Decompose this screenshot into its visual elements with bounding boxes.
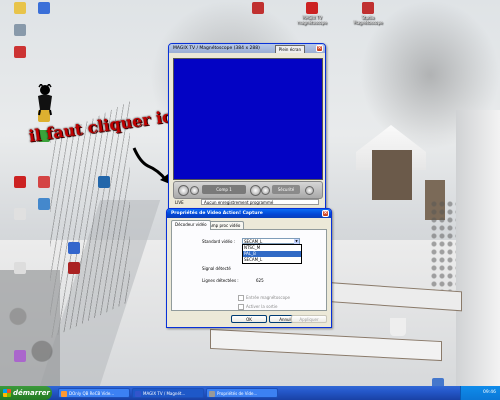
desktop-icon[interactable] — [0, 262, 40, 275]
tab-page: Standard vidéo : SECAM_L ▼ NTSC_M PAL_B … — [171, 229, 327, 311]
enable-output-checkbox[interactable]: Activer la sortie — [238, 304, 277, 310]
window-title: MAGIX TV / Magnétoscope (384 x 288) — [173, 46, 260, 51]
taskbar-item[interactable]: DOnly QB ReCB Vide... — [58, 388, 130, 398]
close-icon[interactable]: × — [322, 210, 329, 217]
tab-video-proc-amp[interactable]: Amp proc vidéo — [205, 221, 245, 229]
magnetoscope-window: MAGIX TV / Magnétoscope (384 x 288) Plei… — [168, 43, 326, 209]
checkbox-label: Entrée magnétoscope — [246, 295, 291, 300]
desktop-icon-label: MAGIX TV magnétoscope — [297, 15, 327, 25]
magnetoscope-titlebar[interactable]: MAGIX TV / Magnétoscope (384 x 288) Plei… — [169, 44, 325, 53]
shortcut-icon — [14, 24, 26, 36]
standard-dropdown-list: NTSC_M PAL_B SECAM_L — [242, 244, 302, 264]
devil-figure-icon — [38, 84, 52, 116]
desktop-icon[interactable] — [54, 262, 94, 275]
desktop-icon-studio[interactable]: Studio Magnétoscope — [348, 2, 388, 25]
shortcut-icon — [98, 176, 110, 188]
desktop-icon-label: Studio Magnétoscope — [353, 15, 383, 25]
shortcut-icon — [68, 242, 80, 254]
desktop-icon[interactable] — [84, 176, 124, 189]
taskbar-item[interactable]: MAGIX TV / Magnét... — [132, 388, 204, 398]
shortcut-icon — [68, 262, 80, 274]
checkbox-icon — [238, 304, 244, 310]
channel-display[interactable]: Comp 1 — [202, 185, 246, 194]
status-row: LIVE Aucun enregistrement programmé — [173, 199, 321, 206]
shortcut-icon — [252, 2, 264, 14]
desktop-icon-magix-tv[interactable]: MAGIX TV magnétoscope — [292, 2, 332, 25]
vcr-input-checkbox[interactable]: Entrée magnétoscope — [238, 295, 290, 301]
desktop-icon[interactable] — [24, 2, 64, 15]
shortcut-icon — [14, 208, 26, 220]
checkbox-icon — [238, 295, 244, 301]
signal-label: Signal détecté — [202, 266, 231, 271]
checkbox-label: Activer la sortie — [246, 304, 278, 309]
desktop-icon[interactable] — [24, 176, 64, 189]
play-button[interactable] — [250, 185, 261, 196]
ok-button[interactable]: OK — [231, 315, 267, 323]
taskbar: démarrer DOnly QB ReCB Vide... MAGIX TV … — [0, 386, 500, 400]
status-message: Aucun enregistrement programmé — [201, 199, 319, 205]
security-display[interactable]: Sécurité — [272, 185, 300, 194]
studio-icon — [362, 2, 374, 14]
video-preview — [173, 58, 323, 180]
start-button[interactable]: démarrer — [0, 386, 52, 400]
task-icon — [135, 391, 141, 397]
windows-logo-icon — [3, 389, 11, 397]
desktop-icon[interactable] — [54, 242, 94, 255]
clock[interactable]: 09:46 — [483, 390, 496, 395]
system-tray: 09:46 — [460, 386, 500, 400]
fullscreen-button[interactable]: Plein écran — [274, 45, 305, 53]
start-label: démarrer — [13, 389, 50, 397]
desktop-icon[interactable] — [0, 24, 40, 37]
shortcut-icon — [38, 2, 50, 14]
lines-label: Lignes détectées : — [202, 278, 239, 283]
tab-video-decoder[interactable]: Décodeur vidéo — [171, 220, 211, 230]
lines-value: 625 — [256, 278, 264, 283]
option-secam-l[interactable]: SECAM_L — [243, 257, 301, 263]
properties-dialog: Propriétés de Video Action! Capture × Dé… — [166, 208, 332, 328]
close-icon[interactable]: × — [316, 45, 323, 52]
record-button[interactable] — [178, 185, 189, 196]
shortcut-icon — [14, 350, 26, 362]
live-label: LIVE — [175, 200, 184, 205]
desktop-icon[interactable] — [0, 208, 40, 221]
shortcut-icon — [38, 176, 50, 188]
standard-label: Standard vidéo : — [202, 239, 236, 244]
task-icon — [209, 391, 215, 397]
house-wall — [456, 110, 500, 386]
shortcut-icon — [14, 46, 26, 58]
desktop-icon[interactable] — [238, 2, 278, 15]
channel-prev-button[interactable] — [190, 186, 199, 195]
shed — [372, 150, 412, 200]
shortcut-icon — [14, 262, 26, 274]
desktop-icon[interactable] — [0, 46, 40, 59]
transport-controls: Comp 1 Sécurité — [173, 181, 323, 199]
task-label: MAGIX TV / Magnét... — [143, 391, 186, 396]
desktop-icon[interactable] — [0, 350, 40, 363]
taskbar-item[interactable]: Propriétés de Vide... — [206, 388, 278, 398]
dialog-title: Propriétés de Video Action! Capture — [171, 211, 263, 216]
flower-pot — [390, 318, 406, 336]
dialog-titlebar[interactable]: Propriétés de Video Action! Capture × — [167, 209, 331, 218]
magix-tv-icon — [306, 2, 318, 14]
settings-button[interactable] — [305, 186, 314, 195]
stop-button[interactable] — [261, 186, 270, 195]
dialog-body: Décodeur vidéo Amp proc vidéo Standard v… — [169, 220, 329, 325]
task-label: Propriétés de Vide... — [217, 391, 258, 396]
apply-button[interactable]: Appliquer — [291, 315, 327, 323]
task-icon — [61, 391, 67, 397]
task-label: DOnly QB ReCB Vide... — [69, 391, 115, 396]
snowy-hedge — [0, 270, 60, 386]
